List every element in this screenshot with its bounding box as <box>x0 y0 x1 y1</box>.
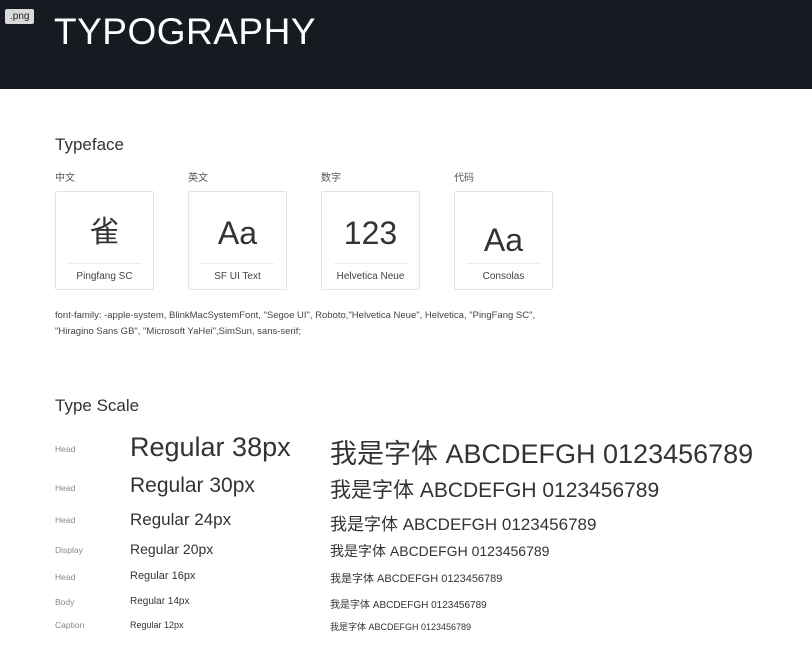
typeface-label: 中文 <box>55 173 75 184</box>
scale-tag: Caption <box>55 620 85 630</box>
scale-name: Regular 38px <box>130 432 291 462</box>
header-banner: .png TYPOGRAPHY <box>0 0 812 89</box>
typeface-sample: Aa <box>217 215 258 251</box>
typeface-name: Pingfang SC <box>76 271 133 282</box>
typeface-name: Helvetica Neue <box>336 271 405 282</box>
typeface-label: 数字 <box>321 173 341 184</box>
typeface-name: Consolas <box>482 271 525 282</box>
scale-sample: 我是字体 ABCDEFGH 0123456789 <box>330 543 550 559</box>
page-title: TYPOGRAPHY <box>54 11 316 52</box>
scale-name: Regular 20px <box>130 541 214 557</box>
card-divider <box>467 263 540 264</box>
scale-sample: 我是字体 ABCDEFGH 0123456789 <box>330 600 487 611</box>
typeface-code: 代码 Aa Consolas <box>454 172 554 290</box>
typeface-chinese: 中文 雀 Pingfang SC <box>55 172 155 290</box>
scale-sample: 我是字体 ABCDEFGH 0123456789 <box>330 573 503 585</box>
typeface-numbers: 数字 123 Helvetica Neue <box>321 172 421 290</box>
scale-name: Regular 12px <box>130 620 184 630</box>
file-type-badge: .png <box>5 9 35 24</box>
typeface-sample: Aa <box>483 222 524 258</box>
scale-name: Regular 30px <box>130 474 255 497</box>
scale-tag: Body <box>55 597 75 607</box>
typeface-sample: 雀 <box>89 216 120 249</box>
scale-tag: Display <box>55 545 83 555</box>
scale-sample: 我是字体 ABCDEFGH 0123456789 <box>330 515 597 534</box>
typeface-sample: 123 <box>343 215 398 251</box>
card-divider <box>68 263 141 264</box>
typeface-heading: Typeface <box>55 135 124 154</box>
scale-tag: Head <box>55 444 76 454</box>
card-divider <box>334 263 407 264</box>
scale-sample: 我是字体 ABCDEFGH 0123456789 <box>330 439 754 469</box>
typeface-label: 英文 <box>188 173 208 184</box>
typeface-label: 代码 <box>454 173 474 184</box>
typeface-card: Aa SF UI Text <box>188 191 287 290</box>
typeface-card: Aa Consolas <box>454 191 553 290</box>
typeface-card: 123 Helvetica Neue <box>321 191 420 290</box>
typeface-english: 英文 Aa SF UI Text <box>188 172 288 290</box>
scale-name: Regular 14px <box>130 596 190 607</box>
font-family-note: font-family: -apple-system, BlinkMacSyst… <box>55 310 536 337</box>
scale-sample: 我是字体 ABCDEFGH 0123456789 <box>330 622 472 632</box>
scale-tag: Head <box>55 515 76 525</box>
scale-tag: Head <box>55 483 76 493</box>
type-scale-heading: Type Scale <box>55 396 140 415</box>
typeface-name: SF UI Text <box>214 271 261 282</box>
scale-sample: 我是字体 ABCDEFGH 0123456789 <box>330 479 660 502</box>
card-divider <box>201 263 274 264</box>
scale-tag: Head <box>55 572 76 582</box>
typeface-card: 雀 Pingfang SC <box>55 191 154 290</box>
scale-name: Regular 24px <box>130 510 232 529</box>
scale-name: Regular 16px <box>130 570 196 582</box>
